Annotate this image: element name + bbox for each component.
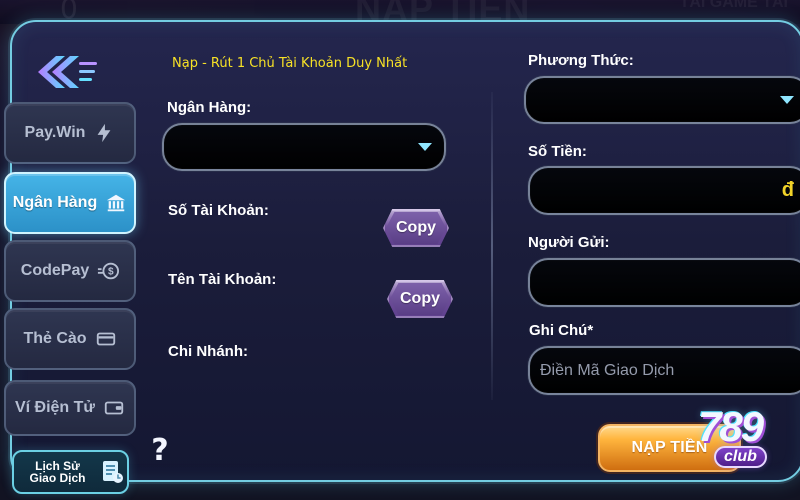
amount-input[interactable] — [540, 168, 776, 213]
top-ghost-right: TÀI GAME TÀI — [679, 0, 788, 11]
sender-input[interactable] — [540, 260, 776, 305]
amount-field[interactable]: đ — [528, 166, 800, 215]
help-text: ? — [151, 432, 169, 468]
bank-select[interactable] — [162, 123, 446, 171]
note-label: Ghi Chú* — [529, 322, 594, 339]
copy-account-button[interactable]: Copy — [383, 209, 449, 247]
back-arrow-icon — [22, 48, 100, 96]
copy-name-label: Copy — [400, 290, 440, 307]
account-number-label: Số Tài Khoản: — [168, 202, 269, 219]
note-input[interactable] — [540, 348, 776, 393]
history-text: Lịch Sử Giao Dịch — [24, 460, 91, 484]
sidebar: Pay.Win Ngân Hàng CodePay $ Thẻ Cào Ví Đ… — [0, 18, 136, 500]
sidebar-item-label: Ngân Hàng — [12, 194, 98, 211]
sidebar-item-label: Pay.Win — [24, 124, 86, 141]
svg-text:$: $ — [108, 267, 114, 278]
brand-logo: 789 club — [694, 403, 792, 480]
help-button[interactable]: ? — [146, 432, 174, 468]
card-icon — [95, 328, 117, 350]
brand-number: 789 — [698, 403, 764, 450]
bank-label: Ngân Hàng: — [167, 99, 252, 116]
sidebar-item-paywin[interactable]: Pay.Win — [4, 102, 136, 164]
sender-label: Người Gửi: — [528, 234, 610, 251]
sidebar-item-label: Ví Điện Tử — [14, 399, 96, 416]
account-name-label: Tên Tài Khoản: — [168, 271, 277, 288]
bank-icon — [105, 192, 127, 214]
sender-field[interactable] — [528, 258, 800, 307]
amount-label: Số Tiền: — [528, 143, 587, 160]
chevron-down-icon — [416, 140, 434, 154]
sidebar-item-label: Thẻ Cào — [23, 330, 87, 347]
chevron-down-icon — [778, 93, 796, 107]
sidebar-item-label: CodePay — [20, 262, 90, 279]
currency-symbol: đ — [781, 179, 794, 201]
sidebar-item-card[interactable]: Thẻ Cào — [4, 308, 136, 370]
sidebar-item-bank[interactable]: Ngân Hàng — [4, 172, 136, 234]
sidebar-item-codepay[interactable]: CodePay $ — [4, 240, 136, 302]
sidebar-item-wallet[interactable]: Ví Điện Tử — [4, 380, 136, 436]
lightning-icon — [93, 122, 115, 144]
branch-label: Chi Nhánh: — [168, 343, 248, 360]
copy-account-label: Copy — [396, 219, 436, 236]
note-field[interactable] — [528, 346, 800, 395]
method-select[interactable] — [524, 76, 800, 124]
wallet-icon — [103, 397, 125, 419]
content-divider — [491, 92, 493, 400]
method-label: Phương Thức: — [528, 52, 634, 69]
history-document-icon — [97, 457, 127, 487]
brand-club: club — [714, 446, 767, 468]
history-button[interactable]: Lịch Sử Giao Dịch — [12, 450, 129, 494]
copy-name-button[interactable]: Copy — [387, 280, 453, 318]
back-button[interactable] — [22, 48, 100, 96]
notice-text: Nạp - Rút 1 Chủ Tài Khoản Duy Nhất — [172, 56, 408, 71]
history-label-line2: Giao Dịch — [29, 471, 86, 485]
dollar-coin-icon: $ — [97, 260, 120, 282]
